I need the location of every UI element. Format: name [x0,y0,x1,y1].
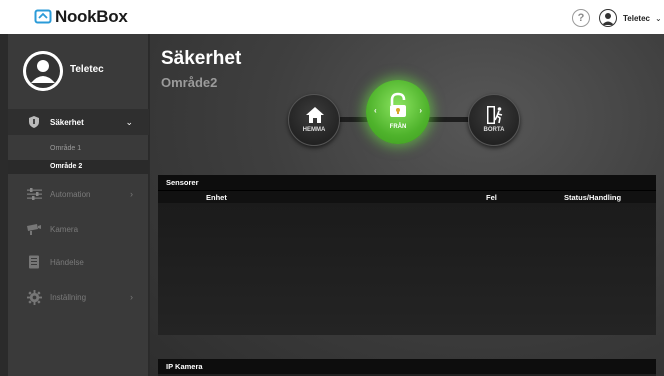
sidebar-item-sakerhet[interactable]: Säkerhet ⌄ [8,109,149,135]
sidebar-item-label: Säkerhet [50,117,84,127]
top-bar: NookBox ? Teletec ⌄ [0,0,664,34]
sidebar-item-label: Automation [50,189,91,199]
mode-away-label: BORTA [483,127,505,133]
profile: Teletec [8,34,149,107]
column-header-status: Status/Handling [564,193,622,202]
chevron-down-icon: ⌄ [654,13,662,23]
sensors-panel: Sensorer Enhet Fel Status/Handling [158,175,656,335]
sidebar-item-label: Inställning [50,292,87,302]
profile-name: Teletec [70,64,104,75]
sidebar-item-handelse[interactable]: Händelse [8,249,149,275]
mode-home-label: HEMMA [302,127,326,133]
sensors-table-header: Enhet Fel Status/Handling [158,190,656,203]
chevron-right-icon: › [419,106,422,115]
chevron-left-icon: ‹ [374,106,377,115]
sliders-icon [26,186,42,202]
unlock-icon [390,92,406,117]
mode-off-label: FRÅN [389,124,407,130]
exit-door-icon [487,106,503,124]
home-icon [306,107,324,123]
sidebar-item-kamera[interactable]: Kamera [8,216,149,242]
user-menu[interactable]: Teletec ⌄ [599,9,662,27]
help-icon[interactable]: ? [572,9,590,27]
event-log-icon [26,254,42,270]
camera-icon [26,221,42,237]
sidebar-item-installning[interactable]: Inställning › [8,284,149,310]
shield-icon [26,114,42,130]
nookbox-logo[interactable]: NookBox [34,7,128,27]
column-header-fel: Fel [486,193,497,202]
sidebar-item-label: Kamera [50,224,79,234]
user-name: Teletec [623,13,650,23]
mode-off-button[interactable]: ‹ › FRÅN [366,80,430,144]
column-header-enhet: Enhet [206,193,227,202]
logo-text: NookBox [55,7,128,26]
sensors-table-body [158,203,656,335]
sensors-panel-title: Sensorer [158,175,656,190]
sidebar-item-label: Händelse [50,257,84,267]
chevron-right-icon: › [130,189,133,199]
sidebar-subitem-omrade-1[interactable]: Område 1 [8,142,149,156]
page-subtitle: Område2 [161,75,218,90]
user-avatar-icon [599,9,617,27]
mode-away-button[interactable]: BORTA [468,94,520,146]
sidebar-item-automation[interactable]: Automation › [8,181,149,207]
profile-avatar-icon [23,51,63,91]
sidebar: Teletec Säkerhet ⌄ Område 1 Område 2 Aut… [8,34,149,376]
logo-icon [34,9,52,24]
page-title: Säkerhet [161,48,242,69]
chevron-right-icon: › [130,292,133,302]
sidebar-subitem-omrade-2[interactable]: Område 2 [8,160,149,174]
main-content: Säkerhet Område2 HEMMA ‹ › FRÅN BORTA Se [150,34,664,376]
chevron-down-icon: ⌄ [125,116,133,127]
gear-icon [26,289,42,305]
mode-home-button[interactable]: HEMMA [288,94,340,146]
ip-camera-panel-title: IP Kamera [158,359,656,374]
ip-camera-panel: IP Kamera [158,359,656,376]
